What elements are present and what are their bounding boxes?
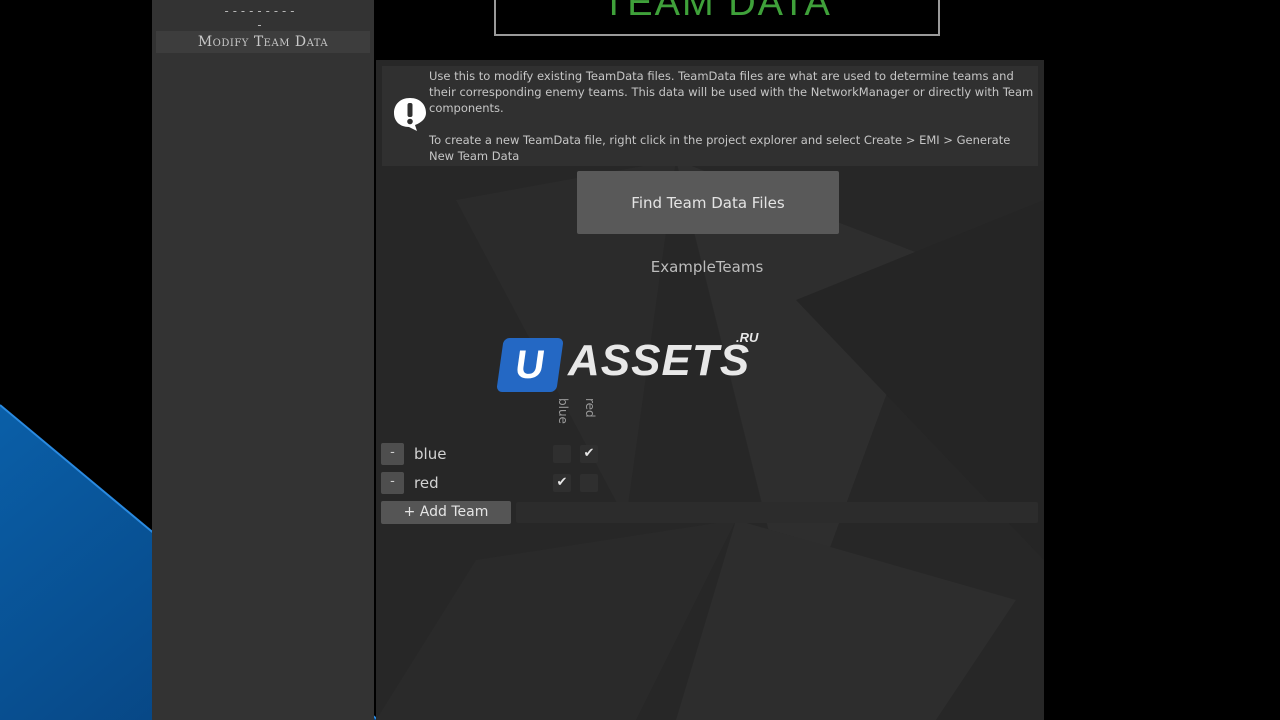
- page-title: TEAM DATA: [602, 0, 832, 24]
- exclamation-speech-bubble-icon: [394, 98, 426, 131]
- team-name-label: red: [414, 474, 439, 492]
- help-paragraph: To create a new TeamData file, right cli…: [429, 133, 1011, 163]
- column-header-blue: blue: [556, 398, 570, 424]
- checkmark-icon: ✔: [556, 475, 568, 490]
- remove-team-button[interactable]: -: [381, 472, 404, 494]
- enemy-checkbox-red-blue[interactable]: ✔: [553, 474, 571, 492]
- watermark-logo: U ASSETS .RU: [496, 330, 780, 398]
- watermark-ru: .RU: [736, 330, 759, 345]
- watermark-u: U: [496, 338, 564, 392]
- new-team-name-input[interactable]: [516, 502, 1038, 523]
- main-panel: TEAM DATA Use this to modify existing Te…: [376, 0, 1044, 720]
- sidebar-item-modify-team-data[interactable]: Modify Team Data: [156, 31, 370, 53]
- enemy-checkbox-blue-red[interactable]: ✔: [580, 445, 598, 463]
- remove-team-button[interactable]: -: [381, 443, 404, 465]
- title-banner: TEAM DATA: [494, 0, 940, 36]
- enemy-checkbox-blue-blue[interactable]: [553, 445, 571, 463]
- column-header-red: red: [583, 398, 597, 418]
- header-area: TEAM DATA: [376, 0, 1044, 60]
- add-team-button[interactable]: + Add Team: [381, 501, 511, 524]
- checkmark-icon: ✔: [583, 446, 595, 461]
- find-team-data-files-button[interactable]: Find Team Data Files: [577, 171, 839, 234]
- enemy-checkbox-red-red[interactable]: [580, 474, 598, 492]
- help-text: Use this to modify existing TeamData fil…: [429, 68, 1035, 180]
- help-box: Use this to modify existing TeamData fil…: [382, 66, 1038, 166]
- team-name-label: blue: [414, 445, 447, 463]
- sidebar: ---------- Modify Team Data: [152, 0, 374, 720]
- watermark-assets: ASSETS: [568, 336, 751, 385]
- sidebar-divider: ----------: [222, 4, 298, 32]
- team-data-file-name[interactable]: ExampleTeams: [576, 258, 838, 276]
- help-paragraph: Use this to modify existing TeamData fil…: [429, 69, 1034, 115]
